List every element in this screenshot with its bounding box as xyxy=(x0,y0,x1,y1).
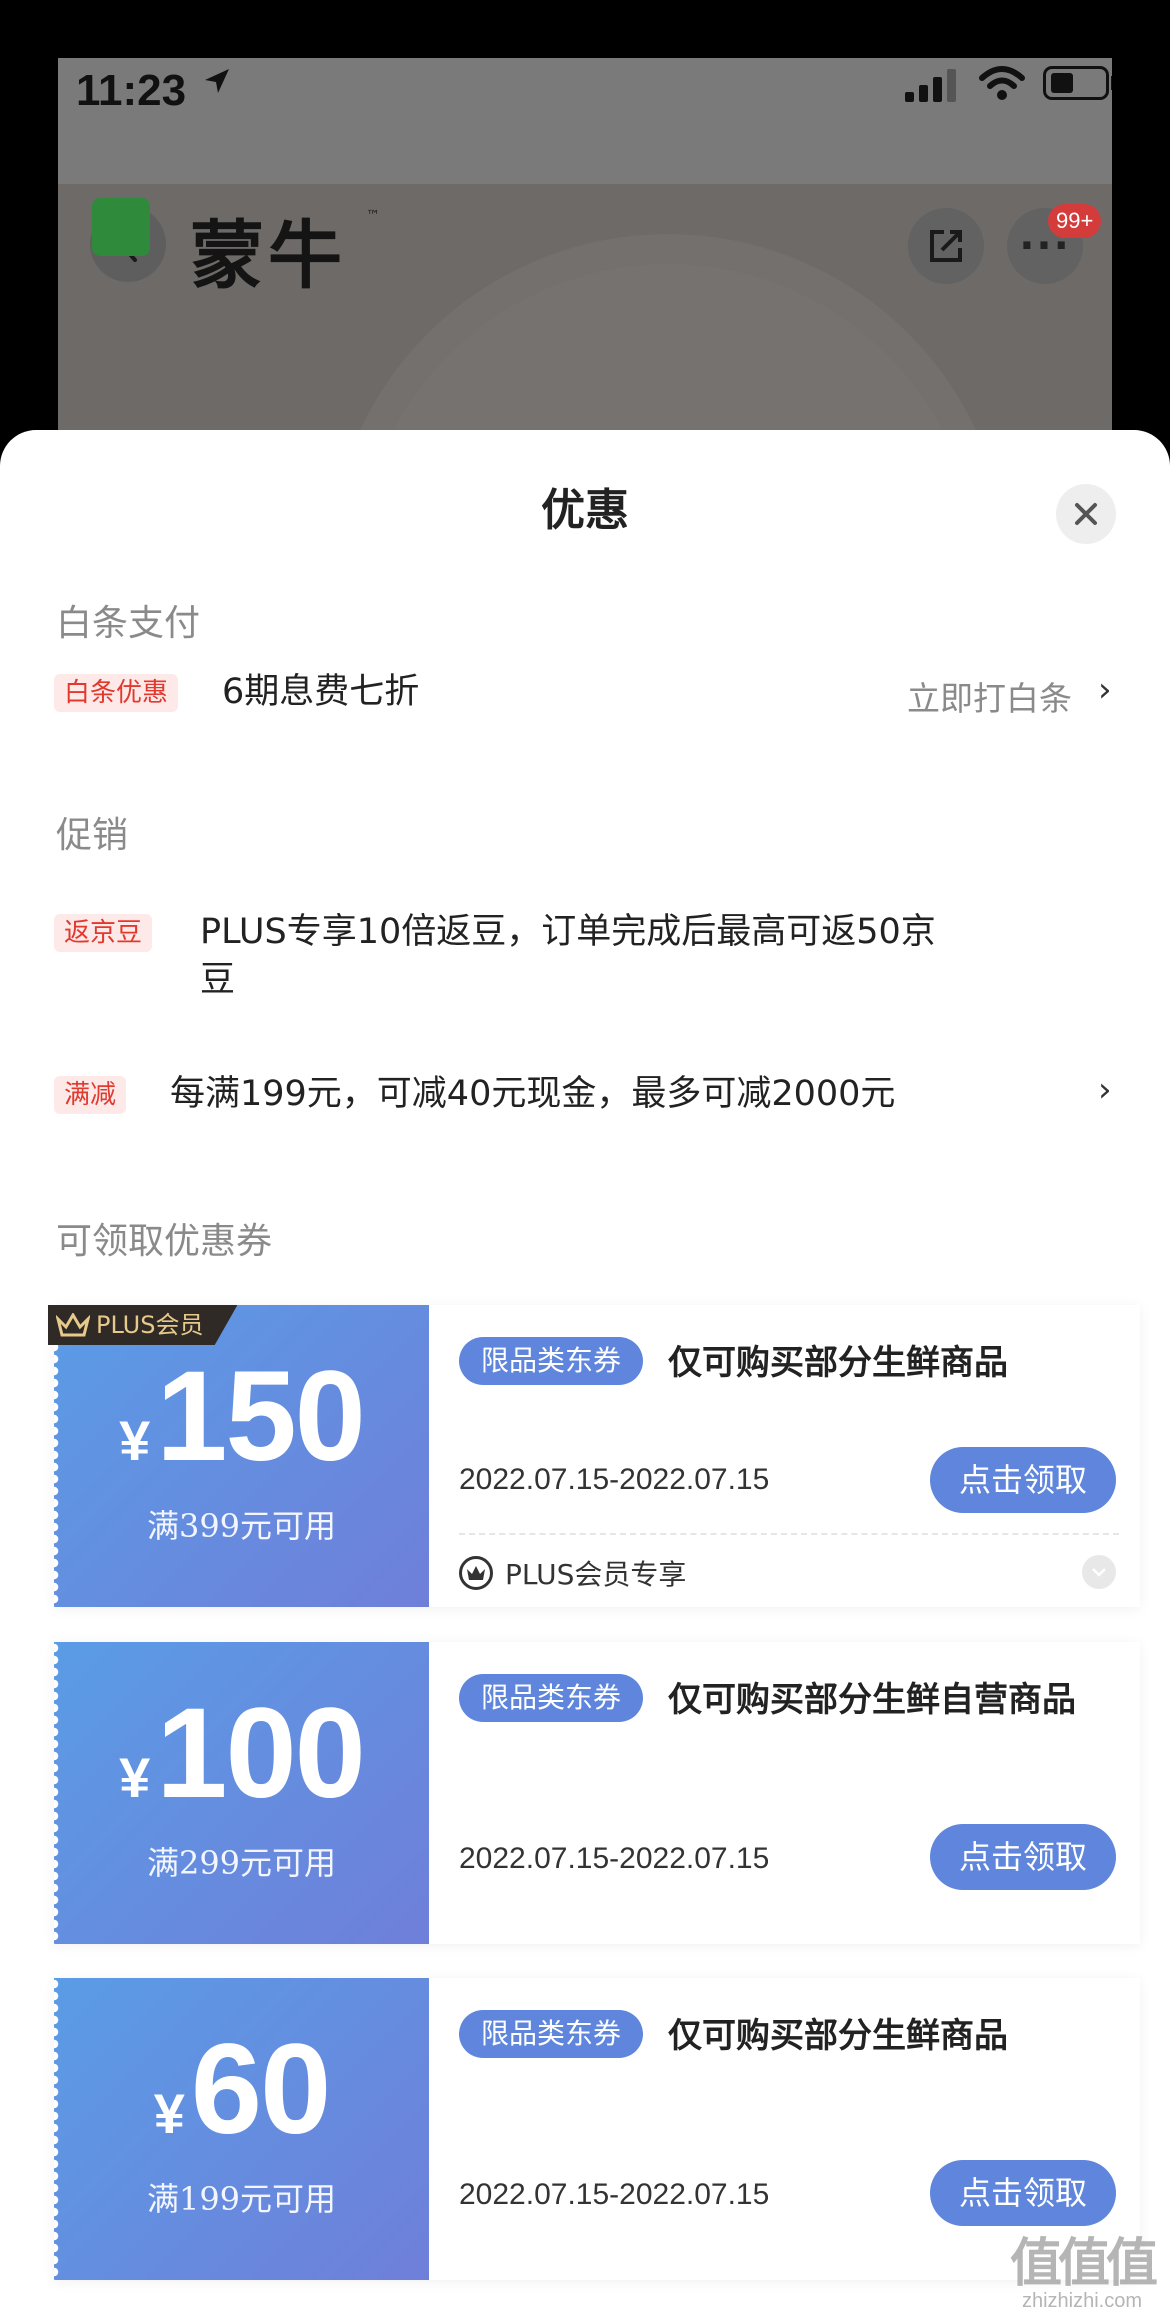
chevron-right-icon: › xyxy=(1098,670,1112,710)
coupon-condition: 满199元可用 xyxy=(146,2180,337,2218)
sheet-title: 优惠 xyxy=(541,485,629,536)
coupon-condition: 满299元可用 xyxy=(146,1844,337,1882)
coupon-card: ¥ 100 满299元可用 限品类东券 仅可购买部分生鲜自营商品 2022.07… xyxy=(54,1642,1140,1944)
plus-ribbon-label: PLUS会员 xyxy=(96,1311,204,1339)
coupon-description: 仅可购买部分生鲜自营商品 xyxy=(668,1680,1076,1720)
coupon-category-badge: 限品类东券 xyxy=(459,2010,644,2058)
coupon-value-panel: ¥ 60 满199元可用 xyxy=(54,1978,429,2280)
brand-name: 蒙牛 xyxy=(190,213,346,299)
status-time: 11:23 xyxy=(76,66,187,115)
promotions-sheet: 优惠 白条支付 白条优惠 6期息费七折 立即打白条 › 促销 返京豆 PLUS专… xyxy=(0,430,1170,2309)
crown-icon xyxy=(56,1313,90,1337)
currency-symbol: ¥ xyxy=(153,2082,185,2145)
coupon-card: ¥ 150 满399元可用 PLUS会员 限品类东券 仅可购买部分生鲜商品 20… xyxy=(48,1305,1140,1607)
plus-note-text: PLUS会员专享 xyxy=(505,1558,687,1591)
watermark-main: 值值值 xyxy=(1010,2234,1158,2294)
jingdou-text-line1: PLUS专享10倍返豆，订单完成后最高可返50京 xyxy=(200,912,936,952)
share-button[interactable] xyxy=(908,208,984,284)
coupon-condition: 满399元可用 xyxy=(146,1507,337,1545)
coupon-validity-date: 2022.07.15-2022.07.15 xyxy=(459,1463,770,1496)
chevron-right-icon: › xyxy=(1098,1070,1112,1110)
claim-coupon-button[interactable]: 点击领取 xyxy=(930,1824,1116,1890)
brand-logo-icon xyxy=(92,198,150,256)
claim-coupon-button[interactable]: 点击领取 xyxy=(930,2160,1116,2226)
baitiao-tag: 白条优惠 xyxy=(54,674,179,712)
notification-badge: 99+ xyxy=(1048,204,1102,238)
coupon-amount-value: 60 xyxy=(190,2018,331,2161)
coupon-description: 仅可购买部分生鲜商品 xyxy=(668,2016,1008,2056)
manjian-text: 每满199元，可减40元现金，最多可减2000元 xyxy=(170,1074,896,1114)
coupon-category-badge: 限品类东券 xyxy=(459,1674,644,1722)
coupon-amount-value: 150 xyxy=(156,1345,366,1488)
coupon-amount: ¥ 150 xyxy=(54,1353,429,1481)
coupon-validity-date: 2022.07.15-2022.07.15 xyxy=(459,2178,770,2211)
jingdou-text-line2: 豆 xyxy=(200,960,236,1000)
coupon-amount-value: 100 xyxy=(156,1682,366,1825)
baitiao-offer-text: 6期息费七折 xyxy=(222,672,420,712)
plus-member-ribbon: PLUS会员 xyxy=(48,1305,238,1345)
coupon-category-badge: 限品类东券 xyxy=(459,1337,644,1385)
coupon-amount: ¥ 60 xyxy=(54,2026,429,2154)
coupon-divider xyxy=(459,1533,1119,1535)
coupon-amount: ¥ 100 xyxy=(54,1690,429,1818)
coupon-description: 仅可购买部分生鲜商品 xyxy=(668,1343,1008,1383)
claim-coupon-button[interactable]: 点击领取 xyxy=(930,1447,1116,1513)
currency-symbol: ¥ xyxy=(119,1409,151,1472)
close-icon xyxy=(1075,503,1097,525)
plus-crown-icon xyxy=(459,1556,493,1590)
manjian-tag: 满减 xyxy=(54,1076,127,1114)
coupon-card: ¥ 60 满199元可用 限品类东券 仅可购买部分生鲜商品 2022.07.15… xyxy=(54,1978,1140,2280)
status-bar: 11:23 xyxy=(58,58,1112,184)
plus-exclusive-note: PLUS会员专享 xyxy=(459,1553,686,1593)
location-arrow-icon xyxy=(205,69,229,93)
promotion-section-title: 促销 xyxy=(56,815,129,856)
cellular-signal-icon xyxy=(905,68,956,102)
baitiao-section-title: 白条支付 xyxy=(56,603,201,644)
currency-symbol: ¥ xyxy=(119,1746,151,1809)
battery-tip xyxy=(1111,76,1112,90)
watermark-sub: zhizhizhi.com xyxy=(1021,2290,1143,2309)
close-button[interactable] xyxy=(1056,484,1116,544)
baitiao-action-link[interactable]: 立即打白条 xyxy=(907,672,1072,720)
coupons-section-title: 可领取优惠券 xyxy=(56,1221,273,1262)
brand-trademark: ™ xyxy=(366,208,380,224)
share-icon xyxy=(930,230,962,262)
expand-chevron-icon[interactable] xyxy=(1082,1555,1116,1589)
jingdou-tag: 返京豆 xyxy=(54,914,153,952)
wifi-icon xyxy=(979,66,1025,100)
coupon-value-panel: ¥ 100 满299元可用 xyxy=(54,1642,429,1944)
battery-icon xyxy=(1043,66,1109,100)
site-watermark: 值值值 zhizhizhi.com xyxy=(1010,2234,1158,2309)
coupon-value-panel: ¥ 150 满399元可用 xyxy=(54,1305,429,1607)
coupon-validity-date: 2022.07.15-2022.07.15 xyxy=(459,1842,770,1875)
